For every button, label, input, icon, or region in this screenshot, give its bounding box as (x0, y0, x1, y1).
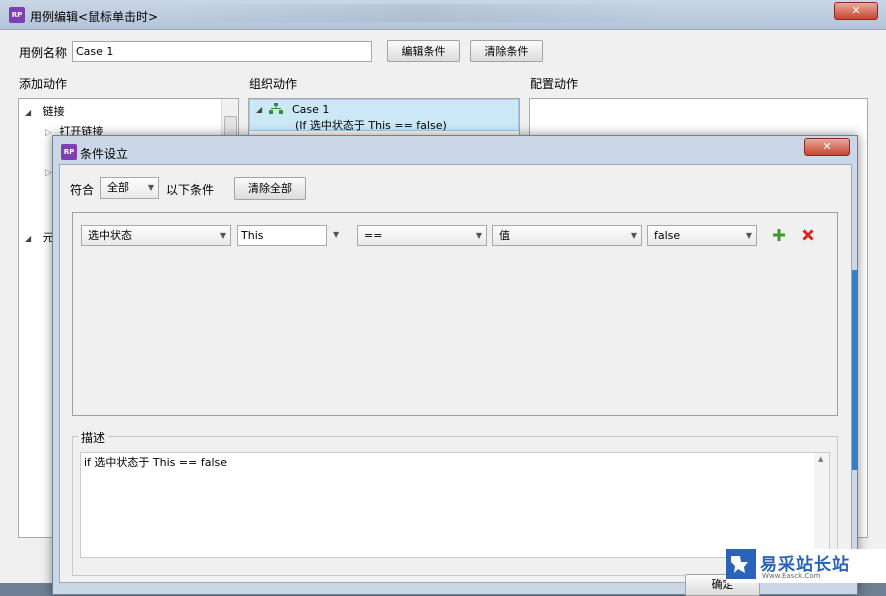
conditions-suffix-label: 以下条件 (166, 183, 215, 197)
outer-titlebar[interactable]: RP 用例编辑<鼠标单击时> ✕ (0, 0, 886, 30)
match-label: 符合 (70, 183, 95, 197)
condition-value-select[interactable]: false ▼ (647, 225, 757, 246)
chevron-down-icon: ▼ (475, 231, 482, 240)
chevron-down-icon[interactable]: ▼ (333, 230, 339, 239)
case-name-label: 用例名称 (19, 46, 68, 60)
condition-operator-select[interactable]: == ▼ (357, 225, 487, 246)
clear-condition-button[interactable]: 清除条件 (470, 40, 543, 62)
condition-value-type-value: 值 (499, 229, 510, 242)
edit-condition-button[interactable]: 编辑条件 (387, 40, 460, 62)
add-action-header: 添加动作 (19, 77, 68, 91)
clear-all-button[interactable]: 清除全部 (234, 177, 306, 200)
scroll-up-arrow-icon[interactable]: ▲ (818, 455, 823, 463)
description-label: 描述 (78, 429, 109, 446)
dialog-title: 条件设立 (80, 147, 129, 161)
axure-app-icon: RP (9, 7, 25, 23)
condition-target-input[interactable] (237, 225, 327, 246)
watermark-logo-icon (726, 549, 756, 579)
collapsed-arrow-icon: ▷ (45, 168, 52, 178)
dialog-scroll-strip (852, 270, 858, 470)
case-1-condition: (If 选中状态于 This == false) (295, 119, 447, 132)
expanded-arrow-icon: ◢ (25, 108, 32, 117)
description-scrollbar[interactable]: ▲ (814, 453, 829, 557)
config-action-header: 配置动作 (530, 77, 579, 91)
case-1-label: Case 1 (292, 103, 330, 116)
conditions-area: 选中状态 ▼ ▼ == ▼ 值 ▼ false ▼ (72, 212, 838, 416)
axure-app-icon: RP (61, 144, 77, 160)
case-1-row[interactable]: ◢ Case 1 (If 选中状态于 This == false) (249, 99, 519, 132)
watermark-subtitle: Www.Easck.Com (762, 572, 821, 580)
chevron-down-icon: ▼ (147, 183, 154, 192)
collapsed-arrow-icon: ▷ (45, 128, 52, 138)
outer-window-title: 用例编辑<鼠标单击时> (30, 10, 159, 24)
plus-icon[interactable] (771, 227, 787, 243)
match-mode-value: 全部 (107, 181, 129, 194)
condition-operator-value: == (364, 229, 383, 242)
case-flow-icon (269, 103, 283, 118)
chevron-down-icon: ▼ (745, 231, 752, 240)
delete-x-icon[interactable] (800, 227, 816, 243)
expanded-arrow-icon: ◢ (256, 105, 263, 114)
description-text: if 选中状态于 This == false (84, 456, 227, 469)
condition-dialog-client: 符合 全部 ▼ 以下条件 清除全部 选中状态 ▼ ▼ == ▼ 值 ▼ fals… (59, 164, 852, 596)
dialog-close-button[interactable]: ✕ (804, 138, 850, 156)
condition-value-value: false (654, 229, 681, 242)
condition-property-value: 选中状态 (88, 229, 132, 242)
outer-close-button[interactable]: ✕ (834, 2, 878, 20)
condition-property-select[interactable]: 选中状态 ▼ (81, 225, 231, 246)
tree-group-links-label: 链接 (42, 105, 65, 118)
chevron-down-icon: ▼ (219, 231, 226, 240)
organize-action-header: 组织动作 (249, 77, 298, 91)
case-name-input[interactable] (72, 41, 372, 62)
description-textarea[interactable]: if 选中状态于 This == false ▲ (80, 452, 830, 558)
tree-item-collapsed[interactable]: ▷ (45, 165, 52, 178)
condition-value-type-select[interactable]: 值 ▼ (492, 225, 642, 246)
expanded-arrow-icon: ◢ (25, 234, 32, 243)
tree-group-elements[interactable]: ◢ 元 (25, 229, 54, 245)
chevron-down-icon: ▼ (630, 231, 637, 240)
watermark-logo: 易采站长站 Www.Easck.Com (726, 549, 886, 583)
match-mode-select[interactable]: 全部 ▼ (100, 177, 159, 199)
tree-group-links[interactable]: ◢ 链接 (25, 103, 65, 119)
titlebar-blurred-background (170, 4, 670, 22)
